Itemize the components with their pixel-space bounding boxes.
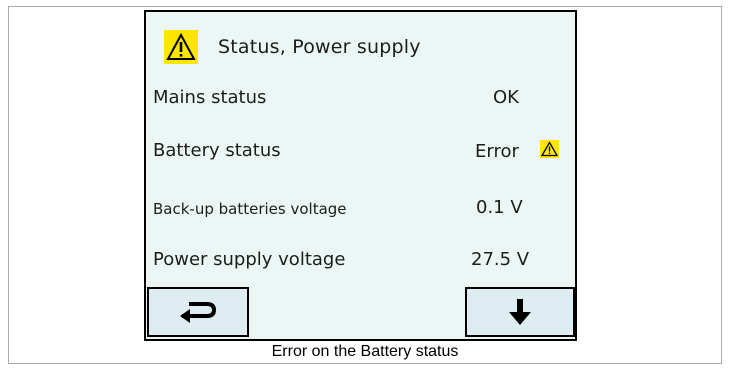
down-arrow-icon [509,298,531,326]
device-screen: Status, Power supply Mains status OK Bat… [144,10,577,341]
psu-voltage-value: 27.5 V [471,249,530,270]
backup-voltage-value: 0.1 V [476,197,523,218]
page-title: Status, Power supply [218,36,421,58]
warning-icon [164,30,198,64]
figure-caption: Error on the Battery status [271,343,459,360]
battery-status-value: Error [475,141,519,162]
mains-status-value: OK [493,87,519,108]
psu-voltage-label: Power supply voltage [153,249,346,270]
mains-status-label: Mains status [153,87,267,108]
back-button[interactable] [147,287,249,337]
scroll-down-button[interactable] [465,287,575,337]
battery-warning-icon [540,140,559,158]
battery-status-label: Battery status [153,140,281,161]
screen-header: Status, Power supply [164,30,421,64]
return-arrow-icon [179,301,217,323]
backup-voltage-label: Back-up batteries voltage [153,200,347,218]
